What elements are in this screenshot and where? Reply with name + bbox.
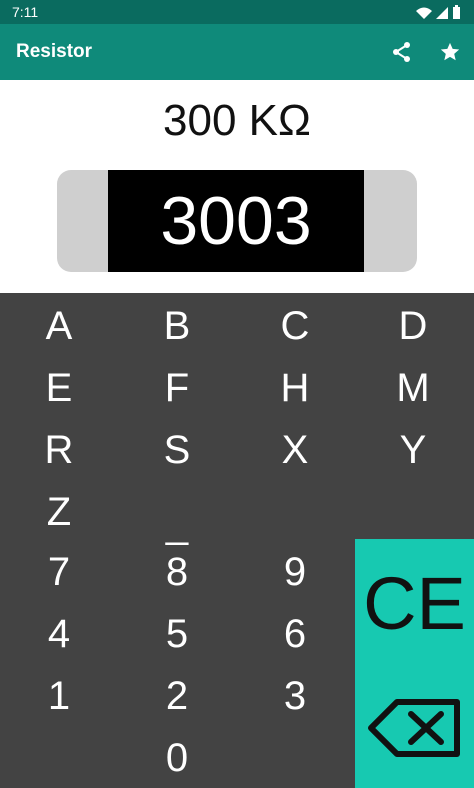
- share-icon: [393, 42, 410, 62]
- share-button[interactable]: [388, 38, 416, 66]
- key-6[interactable]: 6: [236, 606, 354, 662]
- key-c[interactable]: C: [236, 298, 354, 354]
- key-2[interactable]: 2: [118, 668, 236, 724]
- display-area: 300 KΩ 3003: [0, 80, 474, 293]
- key-e[interactable]: E: [0, 360, 118, 416]
- favorite-button[interactable]: [436, 38, 464, 66]
- key-x[interactable]: X: [236, 422, 354, 478]
- signal-icon: [436, 7, 448, 19]
- backspace-button[interactable]: [355, 667, 474, 788]
- key-7[interactable]: 7: [0, 544, 118, 600]
- key-d[interactable]: D: [354, 298, 472, 354]
- key-s[interactable]: S: [118, 422, 236, 478]
- action-panel: CE: [355, 539, 474, 788]
- app-bar: Resistor: [0, 24, 474, 80]
- key-0[interactable]: 0: [118, 730, 236, 786]
- key-1[interactable]: 1: [0, 668, 118, 724]
- keypad: A B C D E F H M R S X Y Z _ 7 8 9 4 5 6 …: [0, 293, 474, 788]
- app-title: Resistor: [16, 41, 93, 62]
- key-9[interactable]: 9: [236, 544, 354, 600]
- resistance-value: 300 KΩ: [163, 96, 311, 145]
- resistor-graphic: 3003: [57, 170, 417, 272]
- key-m[interactable]: M: [354, 360, 472, 416]
- key-8[interactable]: 8: [118, 544, 236, 600]
- status-bar: 7:11: [0, 0, 474, 24]
- key-h[interactable]: H: [236, 360, 354, 416]
- key-4[interactable]: 4: [0, 606, 118, 662]
- key-f[interactable]: F: [118, 360, 236, 416]
- status-icons: [414, 4, 462, 25]
- key-5[interactable]: 5: [118, 606, 236, 662]
- key-y[interactable]: Y: [354, 422, 472, 478]
- key-a[interactable]: A: [0, 298, 118, 354]
- key-r[interactable]: R: [0, 422, 118, 478]
- backspace-icon: [367, 698, 460, 757]
- key-b[interactable]: B: [118, 298, 236, 354]
- wifi-icon: [416, 7, 432, 19]
- star-icon: [440, 42, 460, 61]
- battery-icon: [453, 5, 460, 19]
- key-z[interactable]: Z: [0, 484, 118, 540]
- key-3[interactable]: 3: [236, 668, 354, 724]
- status-time: 7:11: [12, 4, 39, 20]
- clear-button[interactable]: CE: [355, 539, 474, 667]
- resistor-code: 3003: [108, 170, 364, 272]
